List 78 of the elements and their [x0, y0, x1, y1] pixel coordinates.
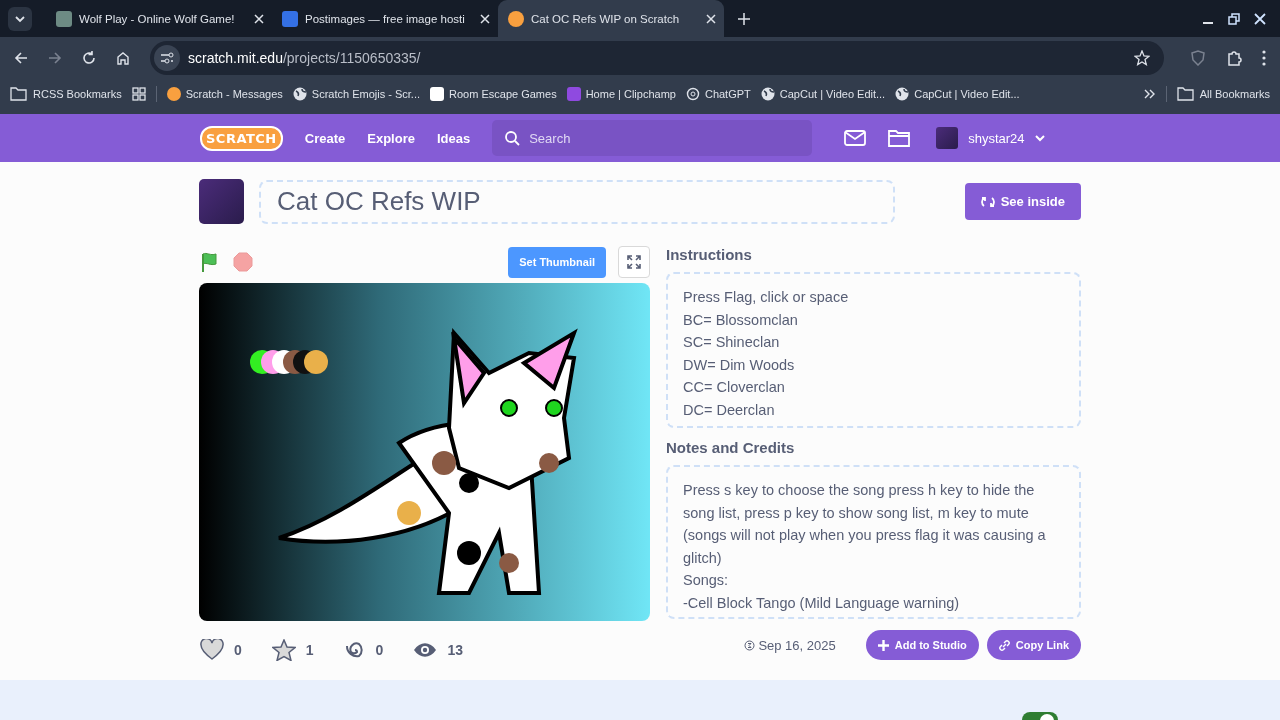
link-icon [998, 639, 1010, 651]
nav-link[interactable]: Explore [367, 130, 415, 146]
globe-icon [292, 86, 307, 101]
bookmark-item[interactable]: ChatGPT [685, 86, 751, 101]
browser-tab[interactable]: Postimages — free image hosti [272, 0, 498, 37]
browser-tab[interactable]: Wolf Play - Online Wolf Game! [46, 0, 272, 37]
project-stage[interactable] [199, 283, 650, 621]
close-icon[interactable] [254, 13, 264, 24]
shield-icon[interactable] [1190, 50, 1206, 66]
tab-title: Wolf Play - Online Wolf Game! [79, 12, 236, 25]
site-icon [430, 86, 445, 101]
nav-link[interactable]: Create [304, 130, 346, 146]
all-bookmarks-button[interactable]: All Bookmarks [1176, 86, 1270, 101]
address-bar[interactable]: scratch.mit.edu/projects/1150650335/ [150, 41, 1164, 75]
bookmark-item[interactable]: CapCut | Video Edit... [760, 86, 886, 101]
nav-link[interactable]: Ideas [436, 130, 471, 146]
bookmark-item[interactable]: Scratch - Messages [166, 86, 283, 101]
site-icon [566, 86, 581, 101]
fullscreen-button[interactable] [618, 246, 650, 278]
toggle-switch[interactable] [1022, 712, 1058, 720]
back-icon[interactable] [14, 51, 28, 65]
tab-search-button[interactable] [8, 6, 32, 31]
bookmark-star-icon[interactable] [1134, 50, 1150, 66]
project-title-field[interactable]: Cat OC Refs WIP [259, 179, 895, 224]
more-bookmarks-icon[interactable] [1143, 87, 1156, 100]
site-settings-icon[interactable] [154, 45, 180, 71]
section-heading: Notes and Credits [666, 439, 796, 456]
extensions-icon[interactable] [1226, 50, 1242, 66]
folder-icon [10, 86, 28, 101]
forward-icon[interactable] [48, 51, 62, 65]
bookmark-item[interactable]: RCSS Bookmarks [10, 86, 122, 101]
url-text: scratch.mit.edu/projects/1150650335/ [188, 50, 421, 66]
site-icon [508, 10, 524, 27]
see-inside-button[interactable]: See inside [964, 183, 1081, 220]
bookmark-item[interactable]: CapCut | Video Edit... [895, 86, 1020, 101]
folder-icon [1176, 86, 1195, 101]
add-to-studio-button[interactable]: Add to Studio [865, 630, 979, 660]
new-tab-icon[interactable] [738, 12, 750, 25]
notes-text: Press s key to choose the song press h key to hide the song list, press p key to show song list, m key to mute (songs will not play when you press flag it was causing a glitch) Songs: -Cell Block Tango (Mild Language warning) [666, 465, 1081, 619]
close-icon[interactable] [706, 13, 716, 24]
close-icon[interactable] [1254, 12, 1266, 25]
stat-count: 1 [305, 642, 314, 658]
messages-icon[interactable] [844, 130, 867, 146]
remix-arrows-icon [980, 194, 995, 209]
bookmark-item[interactable]: Scratch Emojis - Scr... [292, 86, 421, 101]
fullscreen-icon [627, 255, 641, 269]
plus-icon [877, 639, 889, 651]
copy-link-button[interactable]: Copy Link [986, 630, 1081, 660]
instructions-text: Press Flag, click or space BC= Blossomclan SC= Shineclan DW= Dim Woods CC= Cloverclan DC= Deerclan [666, 272, 1081, 428]
restore-icon[interactable] [1228, 12, 1240, 25]
site-icon [166, 86, 181, 101]
folder-icon[interactable] [888, 129, 911, 147]
share-date: Sep 16, 2025 [758, 637, 836, 653]
section-heading: Instructions [666, 246, 753, 263]
heart-icon[interactable] [200, 639, 224, 661]
menu-icon[interactable] [1262, 50, 1266, 66]
browser-tab[interactable]: Cat OC Refs WIP on Scratch [498, 0, 724, 37]
stat-count: 0 [375, 642, 384, 658]
apps-grid-icon[interactable] [131, 86, 146, 101]
tab-title: Postimages — free image hosti [305, 12, 466, 25]
reload-icon[interactable] [82, 51, 96, 65]
site-icon [282, 10, 298, 27]
bookmark-item[interactable]: Home | Clipchamp [566, 86, 676, 101]
tab-title: Cat OC Refs WIP on Scratch [531, 12, 681, 25]
eye-icon [413, 642, 438, 658]
account-menu[interactable]: shystar24 [936, 127, 1045, 149]
stat-count: 0 [234, 642, 242, 658]
stat-count: 13 [447, 642, 463, 658]
globe-icon [760, 86, 775, 101]
site-icon [56, 10, 72, 27]
close-icon[interactable] [480, 13, 490, 24]
home-icon[interactable] [116, 51, 130, 65]
globe-icon [895, 86, 910, 101]
bookmark-item[interactable]: Room Escape Games [430, 86, 557, 101]
caret-icon [1034, 134, 1045, 142]
star-icon[interactable] [271, 639, 296, 661]
search-field[interactable]: Search [492, 120, 813, 156]
avatar-icon [936, 127, 959, 149]
